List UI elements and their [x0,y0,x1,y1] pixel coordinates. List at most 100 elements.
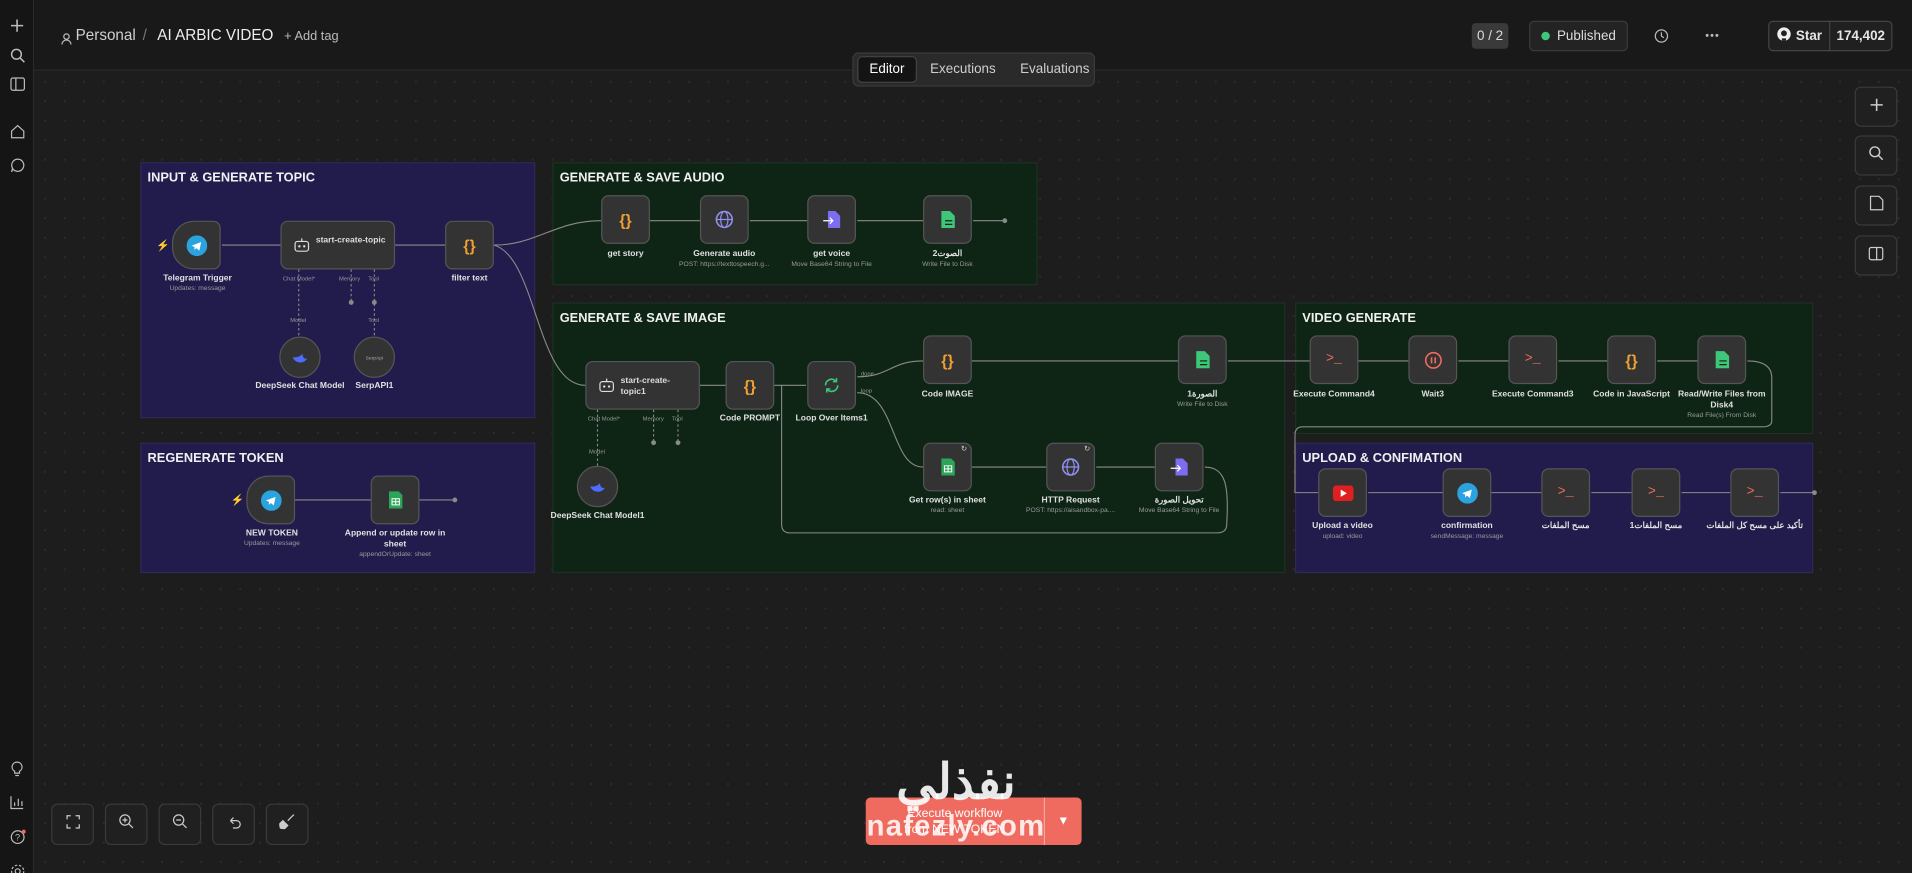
connector-label: Model [588,449,605,457]
plus-icon [1869,96,1884,118]
publish-status-label: Published [1556,28,1616,44]
node-label: Telegram Trigger [163,274,232,283]
node-subtitle: upload: video [1322,532,1363,541]
node-erase-files[interactable]: >_ [1541,468,1591,518]
tidy-up-button[interactable] [265,803,309,846]
add-node-button[interactable] [1854,86,1898,127]
node-code-prompt[interactable]: {} [725,360,775,410]
node-execute-command3[interactable]: >_ [1508,335,1558,385]
code-braces-icon: {} [1625,350,1638,369]
group-generate-save-image[interactable]: GENERATE & SAVE IMAGE [552,302,1286,574]
watermark: نفذلي nafezly.com [849,756,1064,844]
node-loop-over-items[interactable] [807,360,857,410]
breadcrumb-project[interactable]: Personal [76,27,136,44]
node-get-voice[interactable] [807,195,857,244]
node-save-audio[interactable] [923,195,972,244]
settings-icon[interactable] [5,858,29,873]
zoom-out-button[interactable] [158,803,202,846]
panel-icon[interactable] [5,72,29,96]
search-icon[interactable] [5,43,29,67]
node-code-image[interactable]: {} [923,335,972,385]
trigger-bolt-icon: ⚡ [156,239,170,252]
node-convert-image[interactable] [1154,442,1204,492]
watermark-latin: nafezly.com [866,809,1046,843]
node-new-token[interactable] [246,475,296,525]
youtube-icon [1332,482,1353,503]
node-label: Generate audio [693,249,756,259]
panel-icon [1868,244,1884,266]
view-tabs: Editor Executions Evaluations [852,52,1096,87]
node-subtitle: POST: https://aisandbox-pa.... [1026,507,1116,515]
user-icon [61,29,72,51]
help-icon[interactable]: ? [5,824,29,848]
node-label: filter text [451,274,488,283]
refresh-icon: ↻ [960,446,967,454]
node-append-row[interactable] [370,475,420,525]
more-options-icon[interactable] [1700,24,1724,46]
code-braces-icon: {} [941,350,954,369]
node-wait3[interactable] [1408,335,1458,385]
node-confirmation[interactable] [1442,468,1492,518]
github-star-button[interactable]: Star 174,402 [1768,20,1893,52]
node-execute-command4[interactable]: >_ [1309,335,1359,385]
node-label: start-create-topic1 [620,376,671,397]
node-read-write-files[interactable] [1697,335,1747,385]
deepseek-icon [290,347,311,368]
node-code-in-javascript[interactable]: {} [1607,335,1656,385]
node-serpapi[interactable]: SerpApi [353,336,396,379]
node-erase-files1[interactable]: >_ [1631,468,1681,518]
home-icon[interactable] [5,118,29,142]
node-label: تحويل الصورة [1154,496,1204,505]
node-get-rows[interactable]: ↻ [923,442,972,492]
workflow-name[interactable]: AI ARBIC VIDEO [157,27,273,44]
add-tag-button[interactable]: + Add tag [284,29,338,44]
group-regenerate-token[interactable]: REGENERATE TOKEN [140,442,536,574]
node-telegram-trigger[interactable] [171,220,221,270]
node-start-create-topic[interactable]: start-create-topic [280,220,396,270]
tab-evaluations[interactable]: Evaluations [1009,56,1100,83]
node-confirm-erase[interactable]: >_ [1730,468,1780,518]
sticky-note-button[interactable] [1854,185,1898,226]
node-subtitle: Write File to Disk [1177,401,1228,409]
undo-button[interactable] [212,803,255,846]
node-subtitle: Read File(s) From Disk [1687,412,1757,420]
node-deepseek-chat-model1[interactable] [576,465,619,508]
tab-executions[interactable]: Executions [919,56,1007,83]
node-start-create-topic1[interactable]: start-create-topic1 [585,360,700,410]
plus-icon[interactable] [5,13,29,37]
node-label: Loop Over Items1 [795,414,868,424]
fit-view-button[interactable] [51,803,94,846]
node-save-image[interactable] [1177,335,1227,385]
file-arrow-icon [821,209,842,230]
loop-icon [821,375,842,396]
robot-icon [291,235,312,256]
chart-icon[interactable] [5,790,29,814]
node-subtitle: Move Base64 String to File [1138,507,1220,515]
zoom-in-icon [118,813,134,835]
node-upload-video[interactable] [1318,468,1367,518]
node-label: الصورة1 [1187,390,1218,399]
history-icon[interactable] [1649,24,1673,46]
node-label: Append or update row in sheet [344,529,446,549]
tab-editor[interactable]: Editor [857,56,917,83]
node-deepseek-chat-model[interactable] [279,336,321,379]
robot-icon [596,376,617,397]
fullscreen-icon [65,813,80,835]
node-generate-audio[interactable] [699,195,749,244]
connector-label: Tool [368,276,380,283]
chat-icon[interactable] [5,152,29,176]
publish-status-button[interactable]: Published [1529,20,1628,52]
connector-label: Model [290,318,307,325]
zoom-in-button[interactable] [104,803,148,846]
telegram-icon [185,234,207,256]
group-title: VIDEO GENERATE [1302,310,1416,326]
search-nodes-button[interactable] [1854,135,1898,176]
node-label: Code IMAGE [921,390,974,399]
file-arrow-icon [1169,457,1190,478]
node-get-story[interactable]: {} [601,195,650,244]
node-filter-text[interactable]: {} [445,220,494,270]
toggle-panel-button[interactable] [1854,235,1898,276]
lightbulb-icon[interactable] [5,756,29,780]
node-http-request[interactable]: ↻ [1046,442,1096,492]
telegram-icon [260,489,282,511]
